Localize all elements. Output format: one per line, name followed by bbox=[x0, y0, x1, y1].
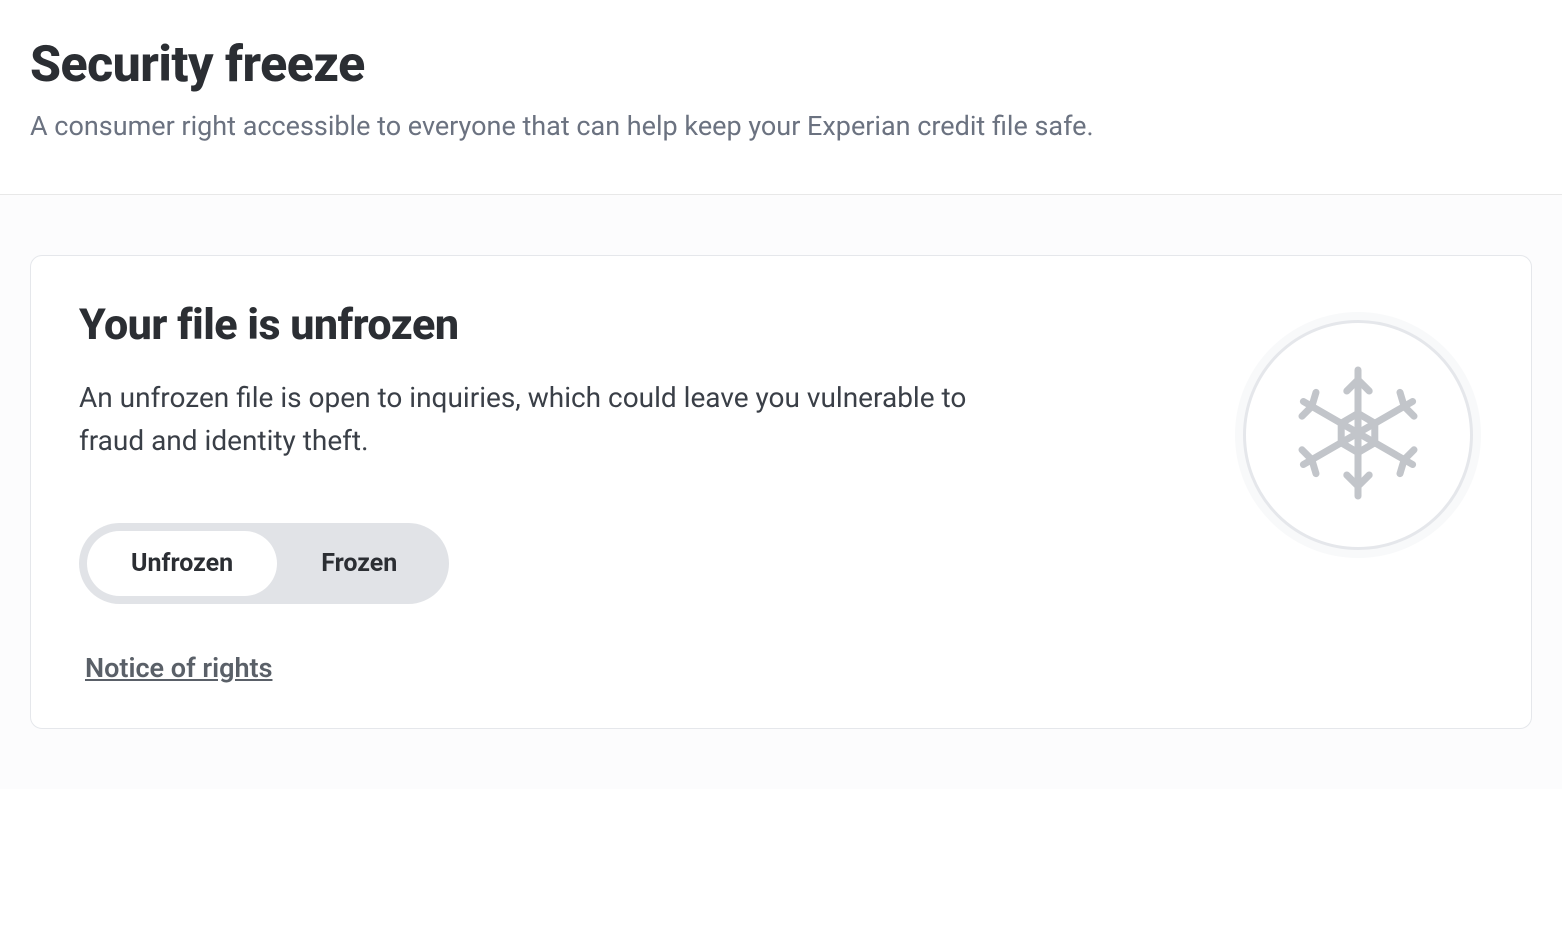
card-title: Your file is unfrozen bbox=[79, 300, 1019, 350]
page-subtitle: A consumer right accessible to everyone … bbox=[30, 108, 1532, 146]
toggle-unfrozen-button[interactable]: Unfrozen bbox=[87, 531, 277, 596]
card-illustration bbox=[1243, 300, 1483, 550]
card-description: An unfrozen file is open to inquiries, w… bbox=[79, 376, 1019, 463]
page-title: Security freeze bbox=[30, 36, 1532, 94]
freeze-status-card: Your file is unfrozen An unfrozen file i… bbox=[30, 255, 1532, 729]
content-area: Your file is unfrozen An unfrozen file i… bbox=[0, 195, 1562, 789]
card-content: Your file is unfrozen An unfrozen file i… bbox=[79, 300, 1019, 684]
page-header: Security freeze A consumer right accessi… bbox=[0, 0, 1562, 195]
toggle-frozen-button[interactable]: Frozen bbox=[277, 531, 441, 596]
snowflake-circle bbox=[1243, 320, 1473, 550]
notice-of-rights-link[interactable]: Notice of rights bbox=[85, 652, 272, 684]
freeze-toggle: Unfrozen Frozen bbox=[79, 523, 449, 604]
snowflake-icon bbox=[1288, 363, 1428, 507]
